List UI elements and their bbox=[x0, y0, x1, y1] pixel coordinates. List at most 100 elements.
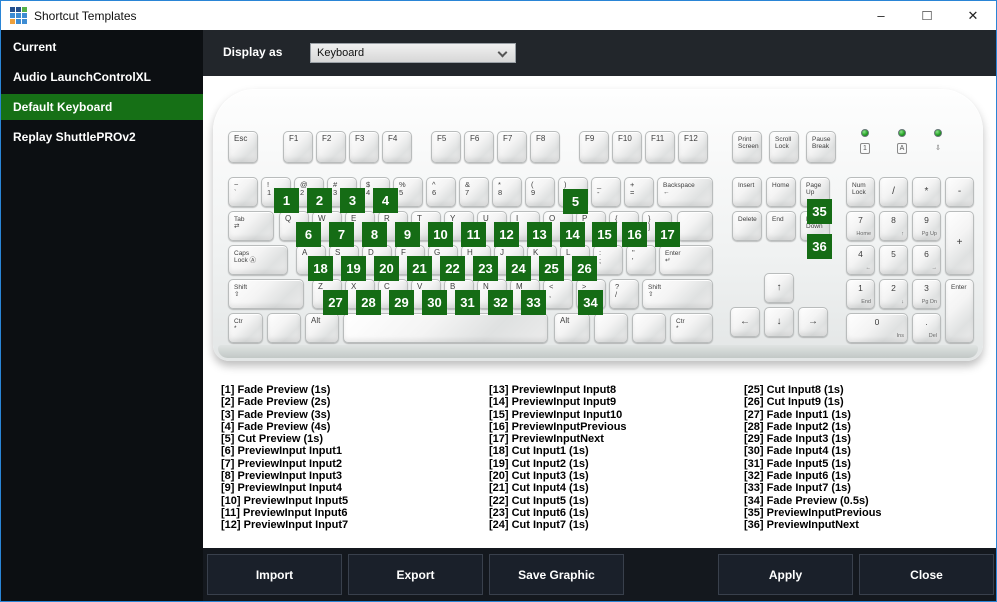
key-alt-left[interactable]: Alt bbox=[305, 313, 339, 343]
key-end[interactable]: End bbox=[766, 211, 796, 241]
key-minus[interactable]: _ - bbox=[591, 177, 621, 207]
key-badge-35: 35 bbox=[807, 199, 832, 224]
key-f10[interactable]: F10 bbox=[612, 131, 642, 163]
key-badge-9: 9 bbox=[395, 222, 420, 247]
key-numpad-enter[interactable]: Enter bbox=[945, 279, 974, 343]
key-f1[interactable]: F1 bbox=[283, 131, 313, 163]
shortcut-item: [29] Fade Input3 (1s) bbox=[744, 433, 851, 446]
window-title: Shortcut Templates bbox=[34, 9, 137, 23]
shortcut-item: [13] PreviewInput Input8 bbox=[489, 384, 617, 396]
title-bar: Shortcut Templates – □ ✕ bbox=[1, 1, 996, 30]
key-f11[interactable]: F11 bbox=[645, 131, 675, 163]
sidebar-item-audio-launchcontrolxl[interactable]: Audio LaunchControlXL bbox=[1, 64, 203, 90]
caption-buttons: – □ ✕ bbox=[858, 1, 996, 30]
key-equals[interactable]: + = bbox=[624, 177, 654, 207]
key-badge-33: 33 bbox=[521, 290, 546, 315]
key-ctrl-right[interactable]: Ctr * bbox=[670, 313, 713, 343]
apply-button[interactable]: Apply bbox=[718, 554, 853, 595]
key-enter[interactable]: Enter ↵ bbox=[659, 245, 713, 275]
sidebar-item-default-keyboard[interactable]: Default Keyboard bbox=[1, 94, 203, 120]
key-enter-top[interactable] bbox=[677, 211, 713, 241]
key-numpad-6[interactable]: 6 → bbox=[912, 245, 941, 275]
export-button[interactable]: Export bbox=[348, 554, 483, 595]
key-arrow-up[interactable]: ↑ bbox=[764, 273, 794, 303]
key-alt-right[interactable]: Alt bbox=[554, 313, 590, 343]
shortcut-item: [26] Cut Input9 (1s) bbox=[744, 396, 844, 409]
key-f5[interactable]: F5 bbox=[431, 131, 461, 163]
key-numpad-0[interactable]: 0 Ins bbox=[846, 313, 908, 343]
key-insert[interactable]: Insert bbox=[732, 177, 762, 207]
close-button[interactable]: Close bbox=[859, 554, 994, 595]
key-7[interactable]: & 7 bbox=[459, 177, 489, 207]
key-numpad-dot[interactable]: . Del bbox=[912, 313, 941, 343]
key-delete[interactable]: Delete bbox=[732, 211, 762, 241]
maximize-button[interactable]: □ bbox=[904, 1, 950, 30]
key-comma[interactable]: <, bbox=[543, 279, 573, 309]
key-quote[interactable]: " ' bbox=[626, 245, 656, 275]
shortcut-item: [19] Cut Input2 (1s) bbox=[489, 457, 589, 470]
key-scroll-lock[interactable]: Scroll Lock bbox=[769, 131, 799, 163]
key-numpad-minus[interactable]: - bbox=[945, 177, 974, 207]
key-badge-23: 23 bbox=[473, 256, 498, 281]
app-icon-square bbox=[10, 19, 15, 24]
key-f7[interactable]: F7 bbox=[497, 131, 527, 163]
key-f6[interactable]: F6 bbox=[464, 131, 494, 163]
close-button[interactable]: ✕ bbox=[950, 1, 996, 30]
key-print-screen[interactable]: Print Screen bbox=[732, 131, 762, 163]
key-ctrl-left[interactable]: Ctr * bbox=[228, 313, 263, 343]
key-numpad-divide[interactable]: / bbox=[879, 177, 908, 207]
key-arrow-left[interactable]: ← bbox=[730, 307, 760, 337]
key-win-left[interactable] bbox=[267, 313, 301, 343]
key-semicolon[interactable]: :; bbox=[593, 245, 623, 275]
display-as-bar: Display as Keyboard bbox=[203, 30, 996, 76]
key-backspace[interactable]: Backspace ← bbox=[657, 177, 713, 207]
save-graphic-button[interactable]: Save Graphic bbox=[489, 554, 624, 595]
key-f2[interactable]: F2 bbox=[316, 131, 346, 163]
shortcut-item: [4] Fade Preview (4s) bbox=[221, 420, 331, 433]
key-badge-18: 18 bbox=[308, 256, 333, 281]
key-esc[interactable]: Esc bbox=[228, 131, 258, 163]
key-shift-left[interactable]: Shift ⇧ bbox=[228, 279, 304, 309]
key-pause-break[interactable]: Pause Break bbox=[806, 131, 836, 163]
key-numpad-plus[interactable]: + bbox=[945, 211, 974, 275]
sidebar-item-current[interactable]: Current bbox=[1, 34, 203, 60]
key-tab[interactable]: Tab ⇄ bbox=[228, 211, 274, 241]
key-caps-lock[interactable]: Caps Lock Ⓐ bbox=[228, 245, 288, 275]
key-numpad-5[interactable]: 5 bbox=[879, 245, 908, 275]
key-f12[interactable]: F12 bbox=[678, 131, 708, 163]
key-slash[interactable]: ? / bbox=[609, 279, 639, 309]
key-f9[interactable]: F9 bbox=[579, 131, 609, 163]
key-8[interactable]: * 8 bbox=[492, 177, 522, 207]
key-arrow-down[interactable]: ↓ bbox=[764, 307, 794, 337]
key-f8[interactable]: F8 bbox=[530, 131, 560, 163]
key-numpad-8[interactable]: 8 ↑ bbox=[879, 211, 908, 241]
key-shift-right[interactable]: Shift ⇧ bbox=[642, 279, 713, 309]
key-backtick[interactable]: ~ ` bbox=[228, 177, 258, 207]
shortcut-item: [6] PreviewInput Input1 bbox=[221, 445, 343, 458]
key-arrow-right[interactable]: → bbox=[798, 307, 828, 337]
key-menu[interactable] bbox=[632, 313, 666, 343]
key-9[interactable]: (9 bbox=[525, 177, 555, 207]
display-as-select[interactable]: Keyboard bbox=[310, 43, 516, 63]
key-home[interactable]: Home bbox=[766, 177, 796, 207]
sidebar-item-replay-shuttleprov2[interactable]: Replay ShuttlePROv2 bbox=[1, 124, 203, 150]
key-6[interactable]: ^ 6 bbox=[426, 177, 456, 207]
key-badge-32: 32 bbox=[488, 290, 513, 315]
key-numpad-9[interactable]: 9 Pg Up bbox=[912, 211, 941, 241]
key-numpad-7[interactable]: 7 Home bbox=[846, 211, 875, 241]
minimize-button[interactable]: – bbox=[858, 1, 904, 30]
key-numpad-4[interactable]: 4 ← bbox=[846, 245, 875, 275]
key-win-right[interactable] bbox=[594, 313, 628, 343]
key-f4[interactable]: F4 bbox=[382, 131, 412, 163]
key-numpad-3[interactable]: 3 Pg Dn bbox=[912, 279, 941, 309]
key-space[interactable] bbox=[343, 313, 548, 343]
key-badge-2: 2 bbox=[307, 188, 332, 213]
key-numpad-multiply[interactable]: * bbox=[912, 177, 941, 207]
key-numpad-1[interactable]: 1 End bbox=[846, 279, 875, 309]
key-num-lock[interactable]: Num Lock bbox=[846, 177, 875, 207]
key-f3[interactable]: F3 bbox=[349, 131, 379, 163]
shortcut-item: [17] PreviewInputNext bbox=[489, 433, 604, 446]
import-button[interactable]: Import bbox=[207, 554, 342, 595]
key-badge-11: 11 bbox=[461, 222, 486, 247]
key-numpad-2[interactable]: 2 ↓ bbox=[879, 279, 908, 309]
